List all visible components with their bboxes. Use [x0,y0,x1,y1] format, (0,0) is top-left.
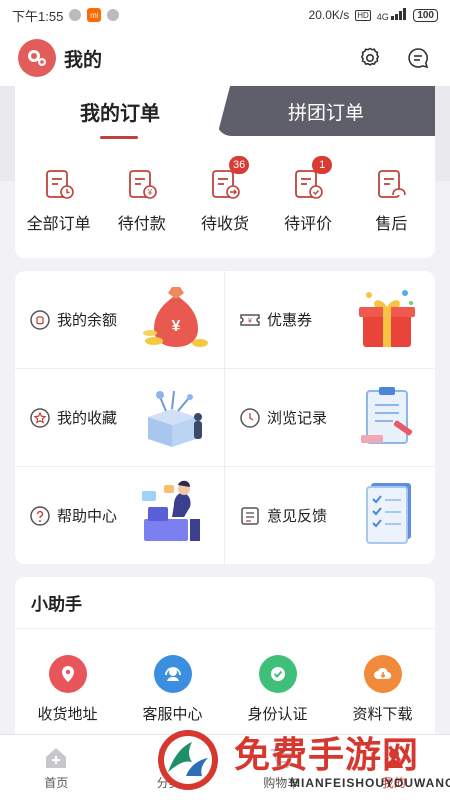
helper-downloads[interactable]: 资料下载 [338,655,428,724]
order-pending-receipt[interactable]: 36 待收货 [185,156,265,234]
review-badge: 1 [312,156,333,174]
user-logo-icon [28,50,46,66]
network-speed: 20.0K/s [308,8,350,22]
nav-cart[interactable]: 购物车 [246,745,316,791]
bottom-nav: 首页 分类 购物车 我的 [0,734,450,800]
notification-icon [69,9,82,21]
active-tab-indicator [100,136,138,139]
service-balance[interactable]: 我的余额 ¥ [15,271,225,369]
order-pending-payment[interactable]: ¥ 待付款 [102,168,182,234]
tab-group-orders[interactable]: 拼团订单 [217,86,435,136]
helper-customer-service[interactable]: 客服中心 [128,655,218,724]
nav-category[interactable]: 分类 [134,745,204,791]
helper-title: 小助手 [15,577,435,629]
headset-icon [153,655,192,693]
notification-icon-2 [107,9,120,21]
svg-text:¥: ¥ [172,318,181,335]
service-history[interactable]: 浏览记录 [225,369,435,467]
question-icon [30,505,50,526]
helper-address[interactable]: 收货地址 [23,655,113,724]
battery-icon: 100 [413,8,438,22]
helper-identity-verification[interactable]: 身份认证 [233,655,323,724]
settings-button[interactable] [356,44,384,72]
verified-icon [258,655,297,693]
hd-icon: HD [355,9,371,21]
message-button[interactable] [404,44,432,72]
service-coupon[interactable]: ¥ 优惠券 [225,271,435,369]
gift-box-illustration-icon [359,290,415,347]
profile-icon [384,748,403,768]
service-feedback[interactable]: 意见反馈 [225,467,435,564]
feedback-icon [241,506,259,525]
order-list-icon [45,170,74,199]
wallet-icon [30,309,50,330]
page-title: 我的 [64,49,103,71]
history-icon [240,407,260,428]
top-header: 我的 [0,30,450,86]
after-sales-icon [378,170,407,198]
svg-text:¥: ¥ [147,188,153,197]
category-icon [158,747,179,768]
order-all[interactable]: 全部订单 [19,168,99,234]
cloud-download-icon [363,655,402,693]
home-icon [46,747,67,768]
open-box-illustration-icon [148,390,202,447]
payment-icon: ¥ [128,170,157,199]
services-card: 我的余额 ¥ ¥ 优惠券 我的收藏 浏览记录 帮助中心 意见反馈 [15,271,435,564]
helper-card: 小助手 收货地址 客服中心 身份认证 资料下载 [15,577,435,747]
coupon-icon: ¥ [240,313,260,326]
service-favorites[interactable]: 我的收藏 [15,369,225,467]
star-icon [30,407,50,428]
receipt-badge: 36 [228,156,250,174]
svg-text:¥: ¥ [248,318,252,325]
order-pending-review[interactable]: 1 待评价 [268,156,348,234]
message-icon [408,48,429,69]
person-at-desk-illustration-icon [142,480,200,541]
service-help-center[interactable]: 帮助中心 [15,467,225,564]
nav-profile[interactable]: 我的 [359,745,429,791]
status-time: 下午1:55 [12,8,64,24]
orders-card: 我的订单 拼团订单 全部订单 ¥ 待付款 36 待收货 1 待评价 售后 [15,86,435,258]
avatar[interactable] [18,39,56,77]
clipboard-illustration-icon [361,387,413,444]
status-bar: 下午1:55 mi 20.0K/s HD 4G 100 [0,0,450,30]
location-icon [48,655,87,693]
mi-icon: mi [87,8,102,22]
order-after-sales[interactable]: 售后 [351,168,431,234]
gear-icon [360,47,380,66]
cart-icon [271,748,293,768]
nav-home[interactable]: 首页 [21,745,91,791]
tab-my-orders[interactable]: 我的订单 [15,86,225,139]
signal-icon: 4G [377,8,408,22]
money-bag-illustration-icon: ¥ [143,287,208,347]
notebook-illustration-icon [366,483,411,544]
